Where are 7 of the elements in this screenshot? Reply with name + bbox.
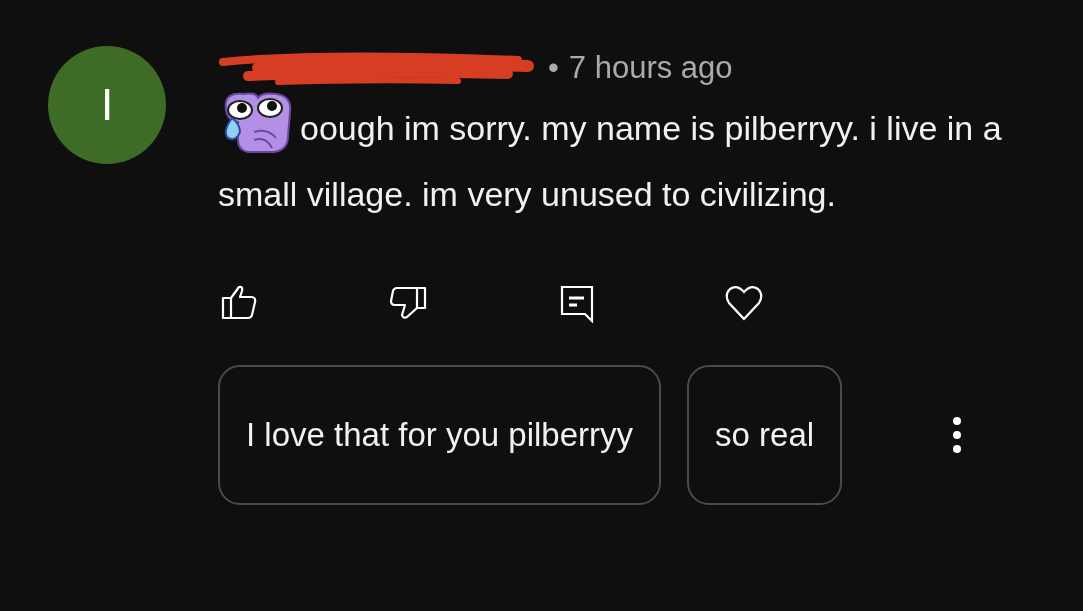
comment-time: 7 hours ago xyxy=(568,50,733,86)
reply-chip[interactable]: I love that for you pilberryy xyxy=(218,365,661,505)
heart-icon[interactable] xyxy=(724,283,764,323)
separator-dot: • xyxy=(548,50,559,86)
avatar[interactable]: I xyxy=(48,46,166,164)
comment-text: oough im sorry. my name is pilberryy. i live in a small village. im very unused to civilizing. xyxy=(218,92,1048,227)
reply-chip[interactable]: so real xyxy=(687,365,843,505)
